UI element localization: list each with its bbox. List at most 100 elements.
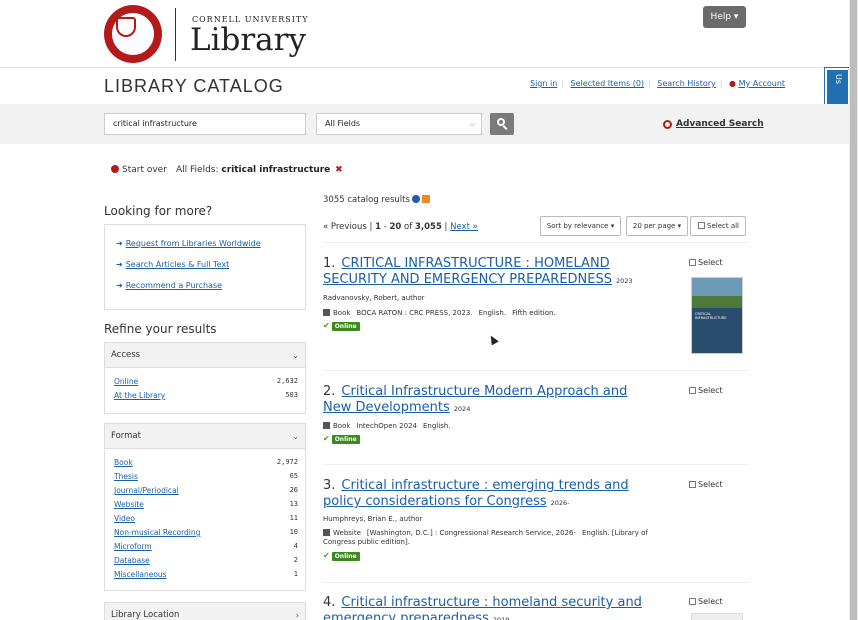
cornell-seal-logo[interactable] (104, 5, 162, 63)
facet-item-label[interactable]: Non-musical Recording (114, 528, 200, 537)
facet-item-label[interactable]: Database (114, 556, 150, 565)
result-checkbox[interactable] (689, 598, 696, 605)
facet-item-label[interactable]: Website (114, 500, 144, 509)
facet-item[interactable]: Non-musical Recording 10 (114, 528, 298, 537)
facet-location-header[interactable]: Library Location › (105, 603, 305, 620)
result-title[interactable]: 4. Critical infrastructure : homeland sec… (323, 595, 653, 620)
sign-in-link[interactable]: Sign in (530, 79, 557, 88)
rss-icon[interactable] (421, 195, 430, 203)
more-link-purchase[interactable]: ➜ Recommend a Purchase (116, 281, 222, 290)
online-availability[interactable]: ✔ Online (323, 434, 360, 444)
select-label: Select (698, 386, 723, 395)
result-title-link[interactable]: Critical infrastructure : emerging trend… (323, 478, 629, 509)
constraint-field: All Fields: (176, 165, 219, 175)
result-meta: Book BOCA RATON : CRC PRESS, 2023. English… (323, 309, 673, 318)
result-title-link[interactable]: Critical Infrastructure Modern Approach … (323, 384, 627, 415)
facet-item[interactable]: Journal/Periodical 26 (114, 486, 298, 495)
my-account-link[interactable]: My Account (739, 79, 785, 88)
result-language: English. (478, 309, 507, 317)
online-availability[interactable]: ✔ Online (323, 321, 360, 331)
facet-item-label[interactable]: Thesis (114, 472, 138, 481)
facet-format: Format ⌄ Book 2,972 Thesis 65 Journal/Perio… (104, 423, 306, 591)
advanced-search-icon (663, 120, 672, 129)
facet-access-header[interactable]: Access ⌄ (105, 343, 305, 368)
online-availability[interactable]: ✔ Online (323, 551, 360, 561)
facet-item[interactable]: Database 2 (114, 556, 298, 565)
select-all-checkbox[interactable] (698, 222, 705, 229)
result-title[interactable]: 2. Critical Infrastructure Modern Approac… (323, 384, 653, 417)
facet-item-label[interactable]: At the Library (114, 391, 165, 400)
result-select[interactable]: Select (689, 597, 723, 606)
help-button[interactable]: Help ▾ (703, 6, 746, 28)
more-link-request[interactable]: ➜ Request from Libraries Worldwide (116, 239, 261, 248)
result-publisher: IntechOpen 2024 (356, 422, 417, 430)
user-icon: ● (729, 79, 737, 88)
advanced-search-link[interactable]: Advanced Search (676, 119, 764, 129)
facet-item-label[interactable]: Book (114, 458, 133, 467)
facet-item-label[interactable]: Miscellaneous (114, 570, 167, 579)
more-link-label: Request from Libraries Worldwide (125, 239, 261, 248)
facet-item[interactable]: Thesis 65 (114, 472, 298, 481)
search-input[interactable]: critical infrastructure (104, 113, 306, 135)
online-badge[interactable]: Online (331, 552, 360, 561)
facet-item-label[interactable]: Microform (114, 542, 152, 551)
result-publisher: BOCA RATON : CRC PRESS, 2023. (356, 309, 473, 317)
select-all-label: Select all (707, 222, 739, 230)
result-checkbox[interactable] (689, 481, 696, 488)
facet-item[interactable]: Miscellaneous 1 (114, 570, 298, 579)
result-format: Website (333, 529, 361, 537)
facet-library-location: Library Location › (104, 602, 306, 620)
chevron-down-icon: ⌄ (292, 432, 299, 441)
facet-item[interactable]: At the Library 503 (114, 391, 298, 400)
scrollbar-thumb[interactable] (850, 0, 857, 620)
select-label: Select (698, 597, 723, 606)
facet-item[interactable]: Video 11 (114, 514, 298, 523)
account-links: Sign in | Selected Items (0) | Search Hist… (530, 79, 786, 88)
facet-item-label[interactable]: Online (114, 377, 138, 386)
more-link-label: Recommend a Purchase (125, 281, 223, 290)
looking-for-more-box: ➜ Request from Libraries Worldwide ➜ Searc… (104, 224, 306, 310)
result-title[interactable]: 3. Critical infrastructure : emerging tre… (323, 478, 653, 511)
result-select[interactable]: Select (689, 386, 723, 395)
result-title-link[interactable]: CRITICAL INFRASTRUCTURE : HOMELAND SECUR… (323, 256, 612, 287)
more-link-articles[interactable]: ➜ Search Articles & Full Text (116, 260, 229, 269)
start-over-button[interactable]: Start over (111, 165, 167, 175)
info-icon[interactable] (411, 195, 420, 203)
facet-item[interactable]: Website 13 (114, 500, 298, 509)
result-title-link[interactable]: Critical infrastructure : homeland secur… (323, 595, 642, 620)
search-constraint[interactable]: All Fields: critical infrastructure ✖ (176, 165, 343, 175)
logo-library-text[interactable]: Library (190, 22, 306, 58)
result-item: 4. Critical infrastructure : homeland sec… (323, 595, 749, 620)
result-select[interactable]: Select (689, 258, 723, 267)
facet-item[interactable]: Book 2,972 (114, 458, 298, 467)
book-cover-image[interactable] (691, 613, 743, 620)
looking-for-more-heading: Looking for more? (104, 204, 213, 218)
next-link[interactable]: Next » (450, 222, 478, 232)
website-icon (323, 529, 330, 536)
sort-dropdown[interactable]: Sort by relevance ▾ (540, 216, 621, 236)
facet-item-count: 1 (293, 570, 298, 578)
facet-item-label[interactable]: Journal/Periodical (114, 486, 179, 495)
facet-item-count: 26 (289, 486, 298, 494)
book-cover-image[interactable]: CRITICAL INFRASTRUCTURE (691, 277, 743, 354)
result-meta: Website [Washington, D.C.] : Congressiona… (323, 529, 673, 547)
result-checkbox[interactable] (689, 387, 696, 394)
search-button[interactable] (490, 113, 514, 135)
search-field-select[interactable]: All Fields ⌵ (316, 113, 482, 135)
result-select[interactable]: Select (689, 480, 723, 489)
result-checkbox[interactable] (689, 259, 696, 266)
facet-item[interactable]: Microform 4 (114, 542, 298, 551)
selected-items-link[interactable]: Selected Items (0) (571, 79, 644, 88)
result-author: Radvanovsky, Robert, author (323, 294, 425, 302)
search-history-link[interactable]: Search History (657, 79, 716, 88)
online-badge[interactable]: Online (331, 322, 360, 331)
online-badge[interactable]: Online (331, 435, 360, 444)
result-title[interactable]: 1. CRITICAL INFRASTRUCTURE : HOMELAND SEC… (323, 256, 653, 289)
per-page-dropdown[interactable]: 20 per page ▾ (626, 216, 688, 236)
facet-item-label[interactable]: Video (114, 514, 135, 523)
book-icon (323, 309, 330, 316)
facet-format-header[interactable]: Format ⌄ (105, 424, 305, 449)
facet-item[interactable]: Online 2,632 (114, 377, 298, 386)
remove-constraint-icon[interactable]: ✖ (335, 165, 343, 175)
select-all-button[interactable]: Select all (690, 216, 746, 236)
